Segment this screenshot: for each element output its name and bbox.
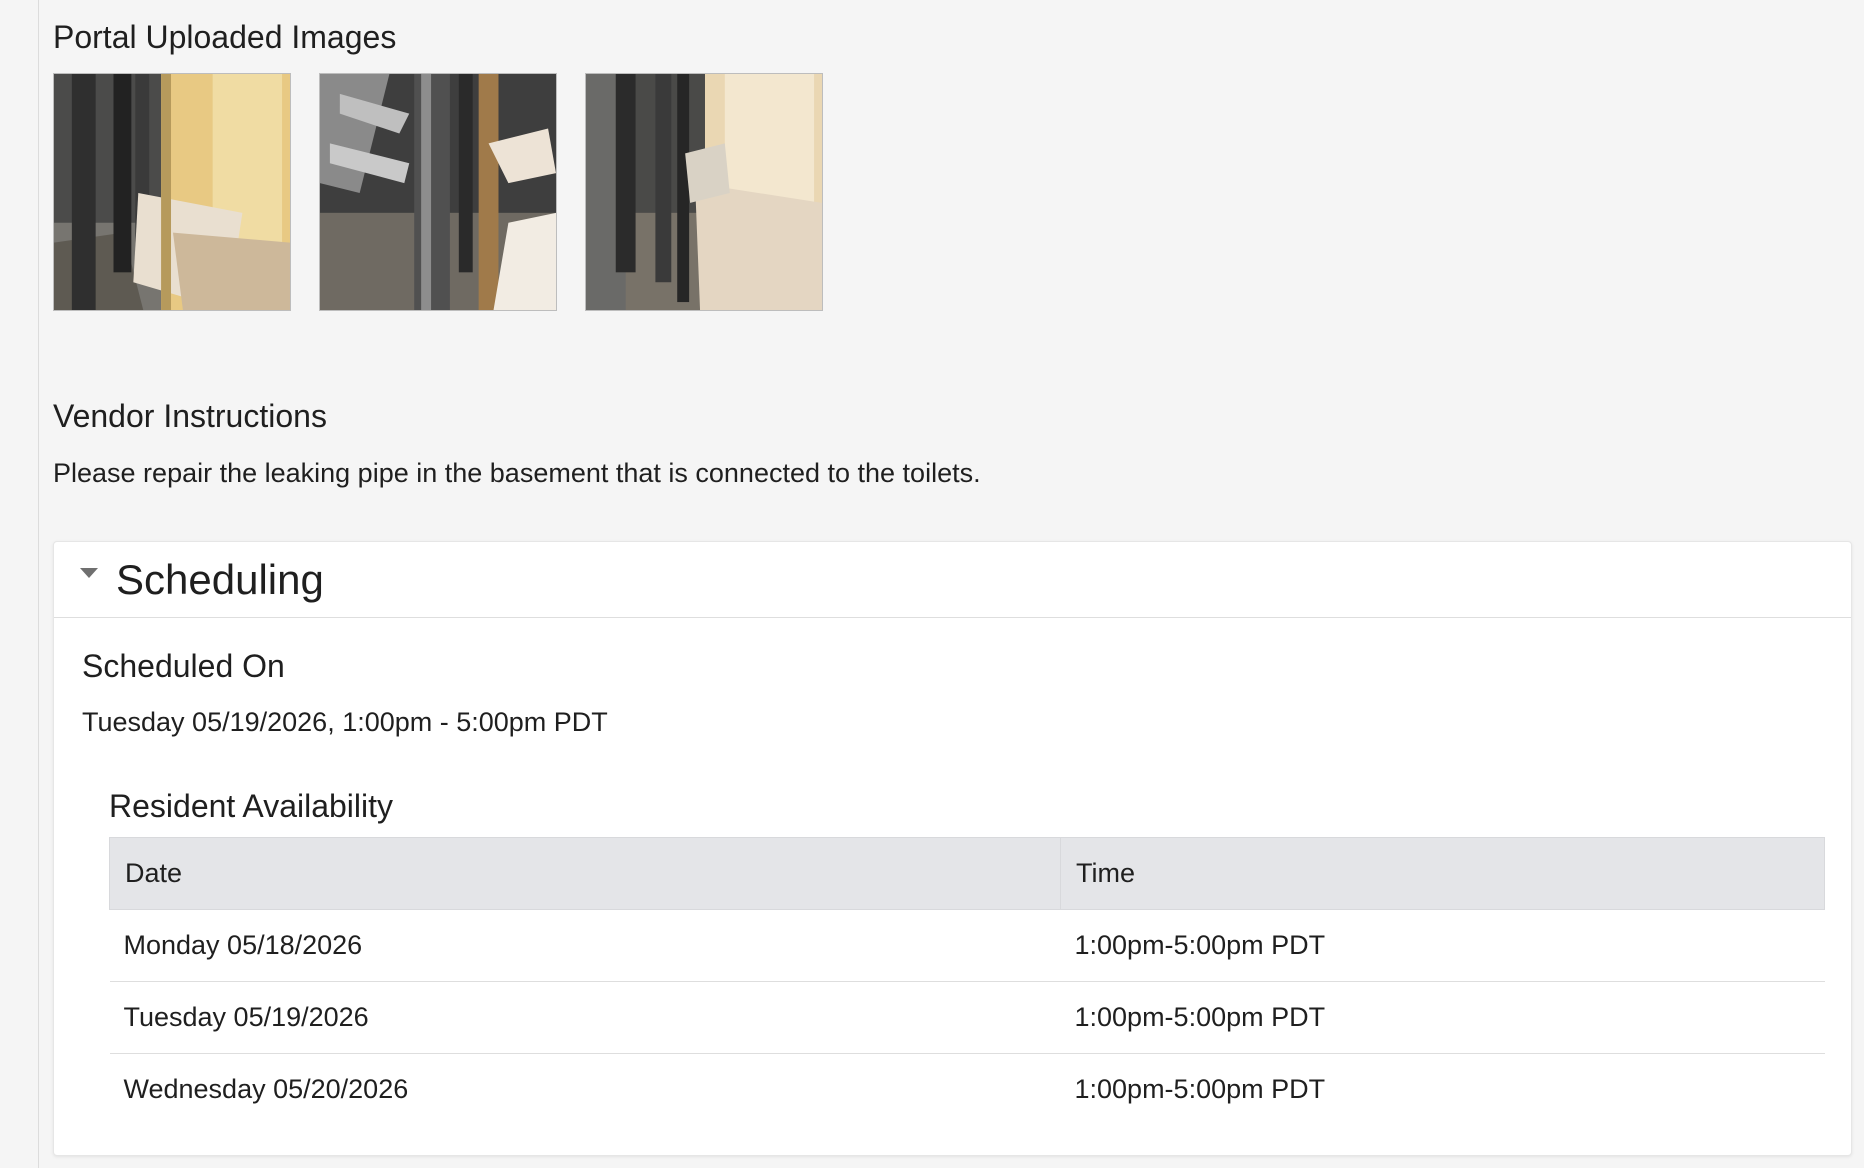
image-thumbnail-2-picture xyxy=(320,74,556,310)
table-cell-time: 1:00pm-5:00pm PDT xyxy=(1074,1074,1326,1104)
image-thumbnail-3[interactable] xyxy=(585,73,823,311)
resident-availability-title: Resident Availability xyxy=(109,788,394,824)
column-header-time: Time xyxy=(1060,837,1825,910)
scheduled-on-value: Tuesday 05/19/2026, 1:00pm - 5:00pm PDT xyxy=(82,707,608,737)
resident-availability: Resident Availability Date Time Monday 0… xyxy=(109,788,1825,1125)
column-header-date: Date xyxy=(109,837,1061,910)
image-thumbnails xyxy=(53,73,823,311)
scheduled-on-label: Scheduled On xyxy=(82,648,285,684)
image-thumbnail-3-picture xyxy=(586,74,822,310)
vendor-instructions-title: Vendor Instructions xyxy=(53,398,327,434)
availability-table: Date Time Monday 05/18/2026 1:00pm-5:00p… xyxy=(109,837,1825,1125)
table-cell-date: Monday 05/18/2026 xyxy=(109,909,1061,982)
table-cell-date: Wednesday 05/20/2026 xyxy=(123,1074,409,1104)
image-thumbnail-1[interactable] xyxy=(53,73,291,311)
portal-images-title: Portal Uploaded Images xyxy=(53,19,397,55)
table-header-row: Date Time xyxy=(109,837,1825,910)
table-row: Wednesday 05/20/2026 1:00pm-5:00pm PDT xyxy=(110,1054,1825,1126)
vendor-instructions-text: Please repair the leaking pipe in the ba… xyxy=(53,458,981,488)
scheduling-header-toggle[interactable]: Scheduling xyxy=(54,542,1851,618)
caret-down-icon xyxy=(80,567,98,578)
scheduling-title: Scheduling xyxy=(116,555,324,603)
left-rail xyxy=(0,0,39,1168)
table-cell-date: Tuesday 05/19/2026 xyxy=(109,981,1061,1054)
scheduling-card: Scheduling Scheduled On Tuesday 05/19/20… xyxy=(53,541,1852,1156)
table-row: Tuesday 05/19/2026 1:00pm-5:00pm PDT xyxy=(109,981,1825,1054)
table-row: Monday 05/18/2026 1:00pm-5:00pm PDT xyxy=(109,909,1825,982)
image-thumbnail-2[interactable] xyxy=(319,73,557,311)
table-cell-time: 1:00pm-5:00pm PDT xyxy=(1060,981,1825,1054)
table-cell-time: 1:00pm-5:00pm PDT xyxy=(1060,909,1825,982)
image-thumbnail-1-picture xyxy=(54,74,290,310)
